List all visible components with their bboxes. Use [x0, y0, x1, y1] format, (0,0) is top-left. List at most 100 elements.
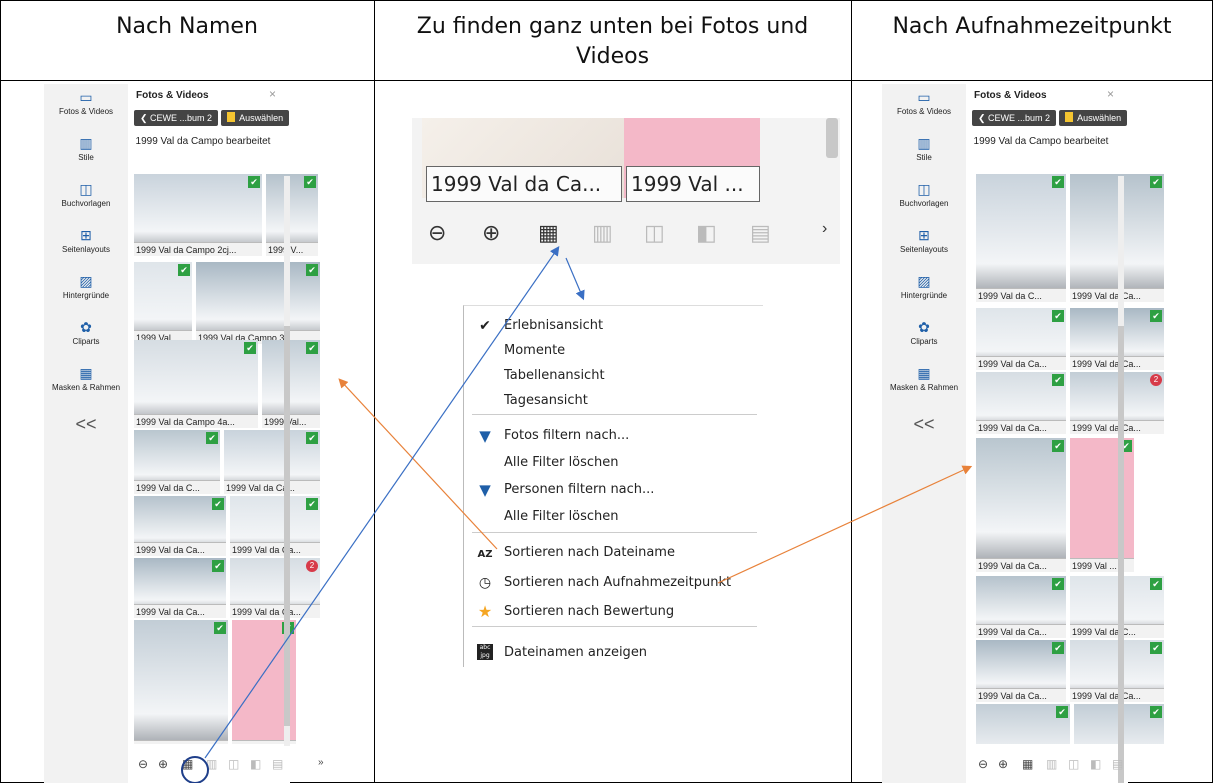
- panel-title: Fotos & Videos: [974, 90, 1047, 101]
- menu-item[interactable]: ▼ Fotos filtern nach...: [464, 424, 764, 448]
- photo-thumbnail[interactable]: ✔ 1999 Val da Ca...: [976, 438, 1066, 572]
- zoom-in-icon[interactable]: ⊕: [998, 757, 1008, 771]
- menu-item[interactable]: Momente: [464, 339, 764, 363]
- check-icon: ✔: [1052, 310, 1064, 322]
- view-options-icon[interactable]: ▦: [182, 757, 193, 771]
- select-button[interactable]: Auswählen: [221, 110, 290, 126]
- layout-2-icon[interactable]: ◫: [228, 757, 239, 771]
- photo-thumbnail[interactable]: ✔ 1999 Val da Ca...: [134, 496, 226, 556]
- layout-4-icon[interactable]: ▤: [272, 757, 283, 771]
- close-icon[interactable]: ×: [269, 87, 276, 101]
- layout-1-icon[interactable]: ▥: [206, 757, 217, 771]
- collapse-button[interactable]: <<: [44, 414, 128, 435]
- zoom-scroll-thumb[interactable]: [826, 118, 838, 158]
- rail-item[interactable]: ▦ Masken & Rahmen: [44, 366, 128, 392]
- photo-thumbnail[interactable]: ✔ 1999 Val da Ca...: [134, 558, 226, 618]
- photo-caption: 1999 Val da Ca...: [134, 740, 228, 744]
- zoom-out-icon[interactable]: ⊖: [978, 757, 988, 771]
- photo-thumbnail[interactable]: ✔ 1999 Val da Campo 3c...: [196, 262, 320, 344]
- menu-item[interactable]: Tabellenansicht: [464, 364, 764, 388]
- menu-item[interactable]: Tagesansicht: [464, 389, 764, 413]
- notification-badge: 2: [306, 560, 318, 572]
- photo-thumbnail[interactable]: ✔ 1999 Val da Ca...: [134, 620, 228, 744]
- zoom-out-icon[interactable]: ⊖: [428, 220, 446, 246]
- rail-item[interactable]: ▭ Fotos & Videos: [882, 90, 966, 116]
- header-middle-line2: Videos: [575, 44, 650, 69]
- collapse-button[interactable]: <<: [882, 414, 966, 435]
- layout-3-icon[interactable]: ◧: [250, 757, 261, 771]
- photo-thumbnail[interactable]: ✔ 1999 Val da Ca...: [976, 640, 1066, 702]
- photo-thumbnail[interactable]: 2 1999 Val da Ca...: [230, 558, 320, 618]
- close-icon[interactable]: ×: [1107, 87, 1114, 101]
- menu-item[interactable]: ◷ Sortieren nach Aufnahmezeitpunkt: [464, 571, 764, 595]
- zoom-in-icon[interactable]: ⊕: [158, 757, 168, 771]
- layout-3-icon[interactable]: ◧: [696, 220, 717, 246]
- photo-thumbnail[interactable]: ✔ 1999 Val da Campo 2cj...: [134, 174, 262, 256]
- scrollbar[interactable]: [1118, 176, 1124, 783]
- rail-item[interactable]: ⊞ Seitenlayouts: [882, 228, 966, 254]
- photo-thumbnail[interactable]: ✔ 1999 Val da Ca...: [1070, 308, 1164, 370]
- layout-3-icon[interactable]: ◧: [1090, 757, 1101, 771]
- more-icon[interactable]: ›: [822, 220, 827, 238]
- layout-2-icon[interactable]: ◫: [644, 220, 665, 246]
- layout-1-icon[interactable]: ▥: [1046, 757, 1057, 771]
- layout-4-icon[interactable]: ▤: [750, 220, 771, 246]
- select-button[interactable]: Auswählen: [1059, 110, 1128, 126]
- photo-thumbnail[interactable]: ✔ 1999 Val da Ca...: [976, 372, 1066, 434]
- photo-caption: 1999 Val...: [262, 414, 320, 428]
- rail-item-label: Cliparts: [910, 337, 938, 346]
- rail-item[interactable]: ◫ Buchvorlagen: [882, 182, 966, 208]
- layout-1-icon[interactable]: ▥: [592, 220, 613, 246]
- photo-caption: 1999 Val da Ca...: [976, 420, 1066, 434]
- rail-item[interactable]: ▥ Stile: [44, 136, 128, 162]
- view-options-icon[interactable]: ▦: [538, 220, 559, 246]
- photo-thumbnail[interactable]: ✔ 1999 Val...: [262, 340, 320, 428]
- back-button[interactable]: ❮ CEWE ...bum 2: [972, 110, 1057, 126]
- photo-thumbnail[interactable]: ✔ 1999 V...: [266, 174, 318, 256]
- photo-thumbnail[interactable]: ✔1999 Val ...: [1070, 438, 1134, 572]
- zoom-out-icon[interactable]: ⊖: [138, 757, 148, 771]
- photo-thumbnail[interactable]: ✔ 1999 Val...: [134, 262, 192, 344]
- menu-item[interactable]: ✔ Erlebnisansicht: [464, 314, 764, 338]
- rail-item[interactable]: ◫ Buchvorlagen: [44, 182, 128, 208]
- menu-item[interactable]: AZ Sortieren nach Dateiname: [464, 541, 764, 565]
- rail-item[interactable]: ✿ Cliparts: [882, 320, 966, 346]
- more-icon[interactable]: »: [318, 757, 324, 768]
- photo-thumbnail[interactable]: ✔ 1999 Val da Ca...: [1070, 640, 1164, 702]
- menu-item[interactable]: Alle Filter löschen: [464, 505, 764, 529]
- photo-thumbnail[interactable]: ✔ 1999 Val da Ca...: [976, 308, 1066, 370]
- rail-item[interactable]: ✿ Cliparts: [44, 320, 128, 346]
- menu-item[interactable]: abc jpg Dateinamen anzeigen: [464, 641, 764, 665]
- back-button[interactable]: ❮ CEWE ...bum 2: [134, 110, 219, 126]
- photo-thumbnail[interactable]: ✔ 1999 Val da C...: [134, 430, 220, 494]
- rail-item[interactable]: ⊞ Seitenlayouts: [44, 228, 128, 254]
- masks-frames-icon: ▦: [79, 365, 93, 381]
- rail-item[interactable]: ▭ Fotos & Videos: [44, 90, 128, 116]
- rail-item[interactable]: ▦ Masken & Rahmen: [882, 366, 966, 392]
- photo-thumbnail[interactable]: 2 1999 Val da Ca...: [1070, 372, 1164, 434]
- book-templates-icon: ◫: [79, 181, 93, 197]
- rail-item[interactable]: ▨ Hintergründe: [44, 274, 128, 300]
- rail-item-label: Fotos & Videos: [58, 107, 114, 116]
- photo-thumbnail[interactable]: ✔ 1999 Val da Ca...: [224, 430, 320, 494]
- menu-item-label: Erlebnisansicht: [504, 318, 604, 333]
- bottom-toolbar: ⊖ ⊕ ▦ ▥ ◫ ◧ ▤ »: [138, 757, 324, 779]
- photo-thumbnail[interactable]: ✔ 1999 Val da Campo 4a...: [134, 340, 258, 428]
- photo-thumbnail[interactable]: ✔ 1999 Val da Ca...: [1070, 174, 1164, 302]
- photo-thumbnail[interactable]: ✔: [976, 704, 1070, 744]
- rail-item[interactable]: ▥ Stile: [882, 136, 966, 162]
- zoom-in-icon[interactable]: ⊕: [482, 220, 500, 246]
- photo-thumbnail[interactable]: ✔ 1999 Val da C...: [1070, 576, 1164, 638]
- rail-item[interactable]: ▨ Hintergründe: [882, 274, 966, 300]
- check-icon: ✔: [306, 342, 318, 354]
- layout-4-icon[interactable]: ▤: [1112, 757, 1123, 771]
- menu-item[interactable]: Alle Filter löschen: [464, 451, 764, 475]
- scrollbar[interactable]: [284, 176, 290, 746]
- photo-thumbnail[interactable]: ✔ 1999 Val da Ca...: [976, 576, 1066, 638]
- menu-item[interactable]: ▼ Personen filtern nach...: [464, 478, 764, 502]
- view-options-icon[interactable]: ▦: [1022, 757, 1033, 771]
- photo-thumbnail[interactable]: ✔ 1999 Val da Ca...: [230, 496, 320, 556]
- menu-item[interactable]: ★ Sortieren nach Bewertung: [464, 600, 764, 624]
- photo-thumbnail[interactable]: ✔ 1999 Val da C...: [976, 174, 1066, 302]
- layout-2-icon[interactable]: ◫: [1068, 757, 1079, 771]
